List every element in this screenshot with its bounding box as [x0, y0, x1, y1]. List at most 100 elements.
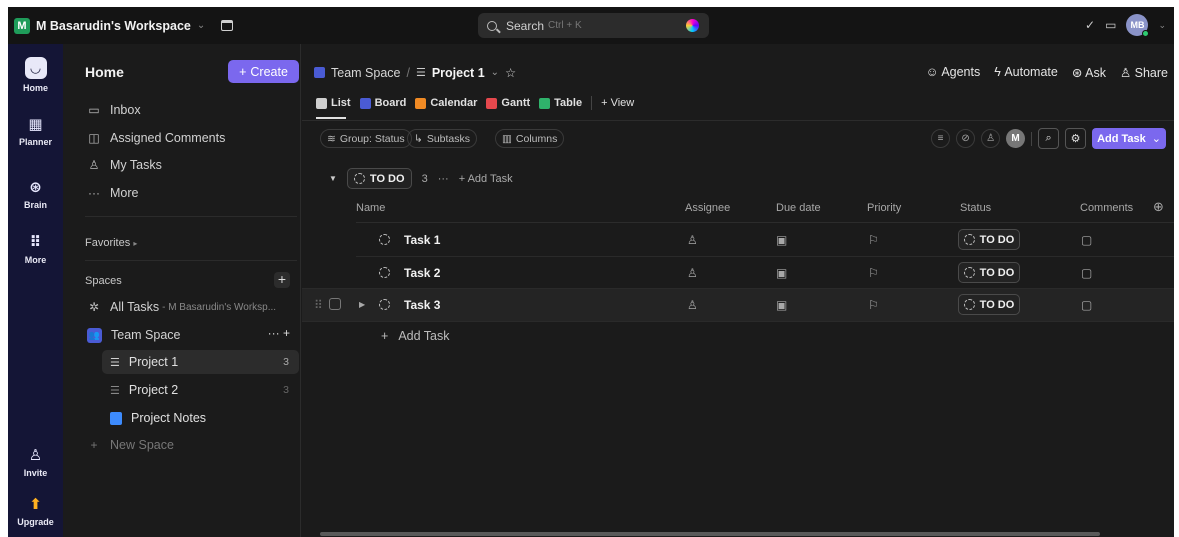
divider — [85, 260, 297, 261]
sidebar-item-project-notes[interactable]: Project Notes — [102, 406, 299, 430]
check-circle-icon[interactable]: ✓ — [1085, 18, 1095, 32]
comment-icon[interactable]: ▢ — [1081, 233, 1092, 247]
rail-item-upgrade[interactable]: ⬆ Upgrade — [8, 496, 63, 527]
team-space-actions[interactable]: ··· + — [268, 326, 290, 340]
rail-item-planner[interactable]: ▦ Planner — [8, 116, 63, 147]
status-badge[interactable]: TO DO — [958, 229, 1020, 250]
sidebar-item-inbox[interactable]: ▭ Inbox — [87, 100, 140, 120]
flag-icon[interactable]: ⚐ — [868, 233, 879, 247]
chevron-down-icon[interactable]: ⌄ — [1158, 20, 1166, 31]
tab-gantt[interactable]: Gantt — [486, 97, 530, 109]
comment-icon[interactable]: ▢ — [1081, 298, 1092, 312]
create-button[interactable]: + Create — [228, 60, 299, 83]
expand-triangle-icon[interactable]: ▶ — [359, 300, 365, 309]
status-group-pill[interactable]: TO DO — [346, 168, 412, 189]
tab-calendar[interactable]: Calendar — [415, 97, 477, 109]
task-name[interactable]: Task 2 — [404, 266, 440, 280]
status-group-header: ▼ TO DO 3 ··· + Add Task — [329, 168, 513, 189]
check-circle-icon[interactable]: ⊘ — [956, 129, 976, 148]
sidebar-item-assigned-comments[interactable]: ◫ Assigned Comments — [87, 128, 225, 148]
member-avatar[interactable]: M — [1006, 129, 1026, 148]
column-header-priority[interactable]: Priority — [867, 202, 901, 214]
due-date-icon[interactable]: ▣ — [776, 298, 787, 312]
drag-handle-icon[interactable]: ⠿ — [314, 298, 323, 312]
add-task-button[interactable]: Add Task ⌄ — [1092, 128, 1166, 149]
search-icon[interactable]: ⌕ — [1038, 128, 1060, 149]
subtasks-chip[interactable]: ↳ Subtasks — [407, 129, 478, 148]
column-header-comments[interactable]: Comments — [1080, 202, 1133, 214]
assignee-filter-icon[interactable]: ♙ — [981, 129, 1001, 148]
divider — [302, 120, 1174, 121]
assignee-icon[interactable]: ♙ — [687, 298, 698, 312]
due-date-icon[interactable]: ▣ — [776, 266, 787, 280]
comment-icon[interactable]: ▢ — [1081, 266, 1092, 280]
assignee-icon[interactable]: ♙ — [687, 233, 698, 247]
column-header-status[interactable]: Status — [960, 202, 991, 214]
ask-button[interactable]: ⊛ Ask — [1072, 65, 1106, 80]
table-row[interactable]: Task 1 ♙ ▣ ⚐ TO DO ▢ — [302, 224, 1174, 256]
task-status-circle[interactable] — [379, 267, 390, 281]
flag-icon[interactable]: ⚐ — [868, 266, 879, 280]
assignee-icon[interactable]: ♙ — [687, 266, 698, 280]
breadcrumb-space[interactable]: Team Space — [331, 66, 400, 80]
chevron-down-icon[interactable]: ⌄ — [1152, 132, 1161, 145]
task-name[interactable]: Task 3 — [404, 298, 440, 312]
table-row[interactable]: Task 2 ♙ ▣ ⚐ TO DO ▢ — [302, 257, 1174, 289]
group-more-icon[interactable]: ··· — [438, 173, 449, 185]
horizontal-scrollbar[interactable] — [308, 531, 1168, 537]
row-checkbox[interactable] — [329, 298, 341, 310]
tab-list[interactable]: List — [316, 97, 351, 109]
chevron-down-icon[interactable]: ⌄ — [491, 67, 499, 78]
status-badge[interactable]: TO DO — [958, 294, 1020, 315]
user-avatar[interactable]: MB — [1126, 14, 1150, 37]
tab-label: Gantt — [501, 97, 531, 109]
ai-brain-icon[interactable] — [686, 19, 699, 32]
rail-item-home[interactable]: ◡ Home — [8, 57, 63, 93]
task-status-circle[interactable] — [379, 299, 390, 313]
divider — [302, 321, 1174, 322]
agents-button[interactable]: ☺ Agents — [926, 65, 980, 80]
sidebar-item-project-2[interactable]: ☰ Project 2 3 — [102, 378, 299, 402]
column-header-assignee[interactable]: Assignee — [685, 202, 730, 214]
rail-item-more[interactable]: ⠿ More — [8, 234, 63, 265]
column-header-name[interactable]: Name — [356, 202, 385, 214]
calendar-icon[interactable] — [221, 20, 234, 31]
rail-item-brain[interactable]: ⊛ Brain — [8, 179, 63, 210]
tab-table[interactable]: Table — [539, 97, 582, 109]
automate-button[interactable]: ϟ Automate — [994, 65, 1058, 80]
group-add-task[interactable]: + Add Task — [459, 173, 513, 185]
flag-icon[interactable]: ⚐ — [868, 298, 879, 312]
filter-icon[interactable]: ≡ — [931, 129, 951, 148]
share-button[interactable]: ♙ Share — [1120, 65, 1168, 80]
scrollbar-thumb[interactable] — [320, 532, 1100, 536]
sidebar-item-my-tasks[interactable]: ♙ My Tasks — [87, 155, 162, 175]
online-dot — [1142, 30, 1150, 37]
star-icon[interactable]: ☆ — [505, 65, 516, 80]
add-view-button[interactable]: + View — [601, 97, 634, 109]
breadcrumb-project[interactable]: Project 1 — [432, 66, 485, 80]
rail-item-invite[interactable]: ♙ Invite — [8, 447, 63, 478]
task-name[interactable]: Task 1 — [404, 233, 440, 247]
workspace-switcher[interactable]: M M Basarudin's Workspace ⌄ — [14, 17, 234, 34]
group-status-chip[interactable]: ≋ Group: Status — [320, 129, 412, 148]
table-row[interactable]: ⠿ ▶ Task 3 ♙ ▣ ⚐ TO DO ▢ — [302, 289, 1174, 321]
favorites-header[interactable]: Favorites ▸ — [85, 237, 137, 249]
gear-icon[interactable]: ⚙ — [1065, 128, 1087, 149]
tab-board[interactable]: Board — [359, 97, 406, 109]
sidebar-item-all-tasks[interactable]: ✲ All Tasks - M Basarudin's Worksp... — [87, 297, 276, 317]
sidebar-item-more[interactable]: ··· More — [87, 183, 138, 203]
add-task-row[interactable]: + Add Task — [381, 329, 450, 343]
column-header-due-date[interactable]: Due date — [776, 202, 821, 214]
search-bar[interactable]: Search Ctrl + K — [478, 13, 709, 38]
new-space-button[interactable]: + New Space — [87, 435, 173, 455]
add-space-button[interactable]: + — [274, 272, 290, 288]
status-badge[interactable]: TO DO — [958, 262, 1020, 283]
add-column-icon[interactable]: ⊕ — [1153, 199, 1164, 215]
sidebar-item-team-space[interactable]: 👥 Team Space — [87, 325, 180, 345]
columns-chip[interactable]: ▥ Columns — [495, 129, 565, 148]
record-icon[interactable]: ▭ — [1105, 18, 1116, 32]
task-status-circle[interactable] — [379, 234, 390, 248]
due-date-icon[interactable]: ▣ — [776, 233, 787, 247]
collapse-triangle-icon[interactable]: ▼ — [329, 174, 337, 183]
sidebar-item-project-1[interactable]: ☰ Project 1 3 — [102, 350, 299, 374]
